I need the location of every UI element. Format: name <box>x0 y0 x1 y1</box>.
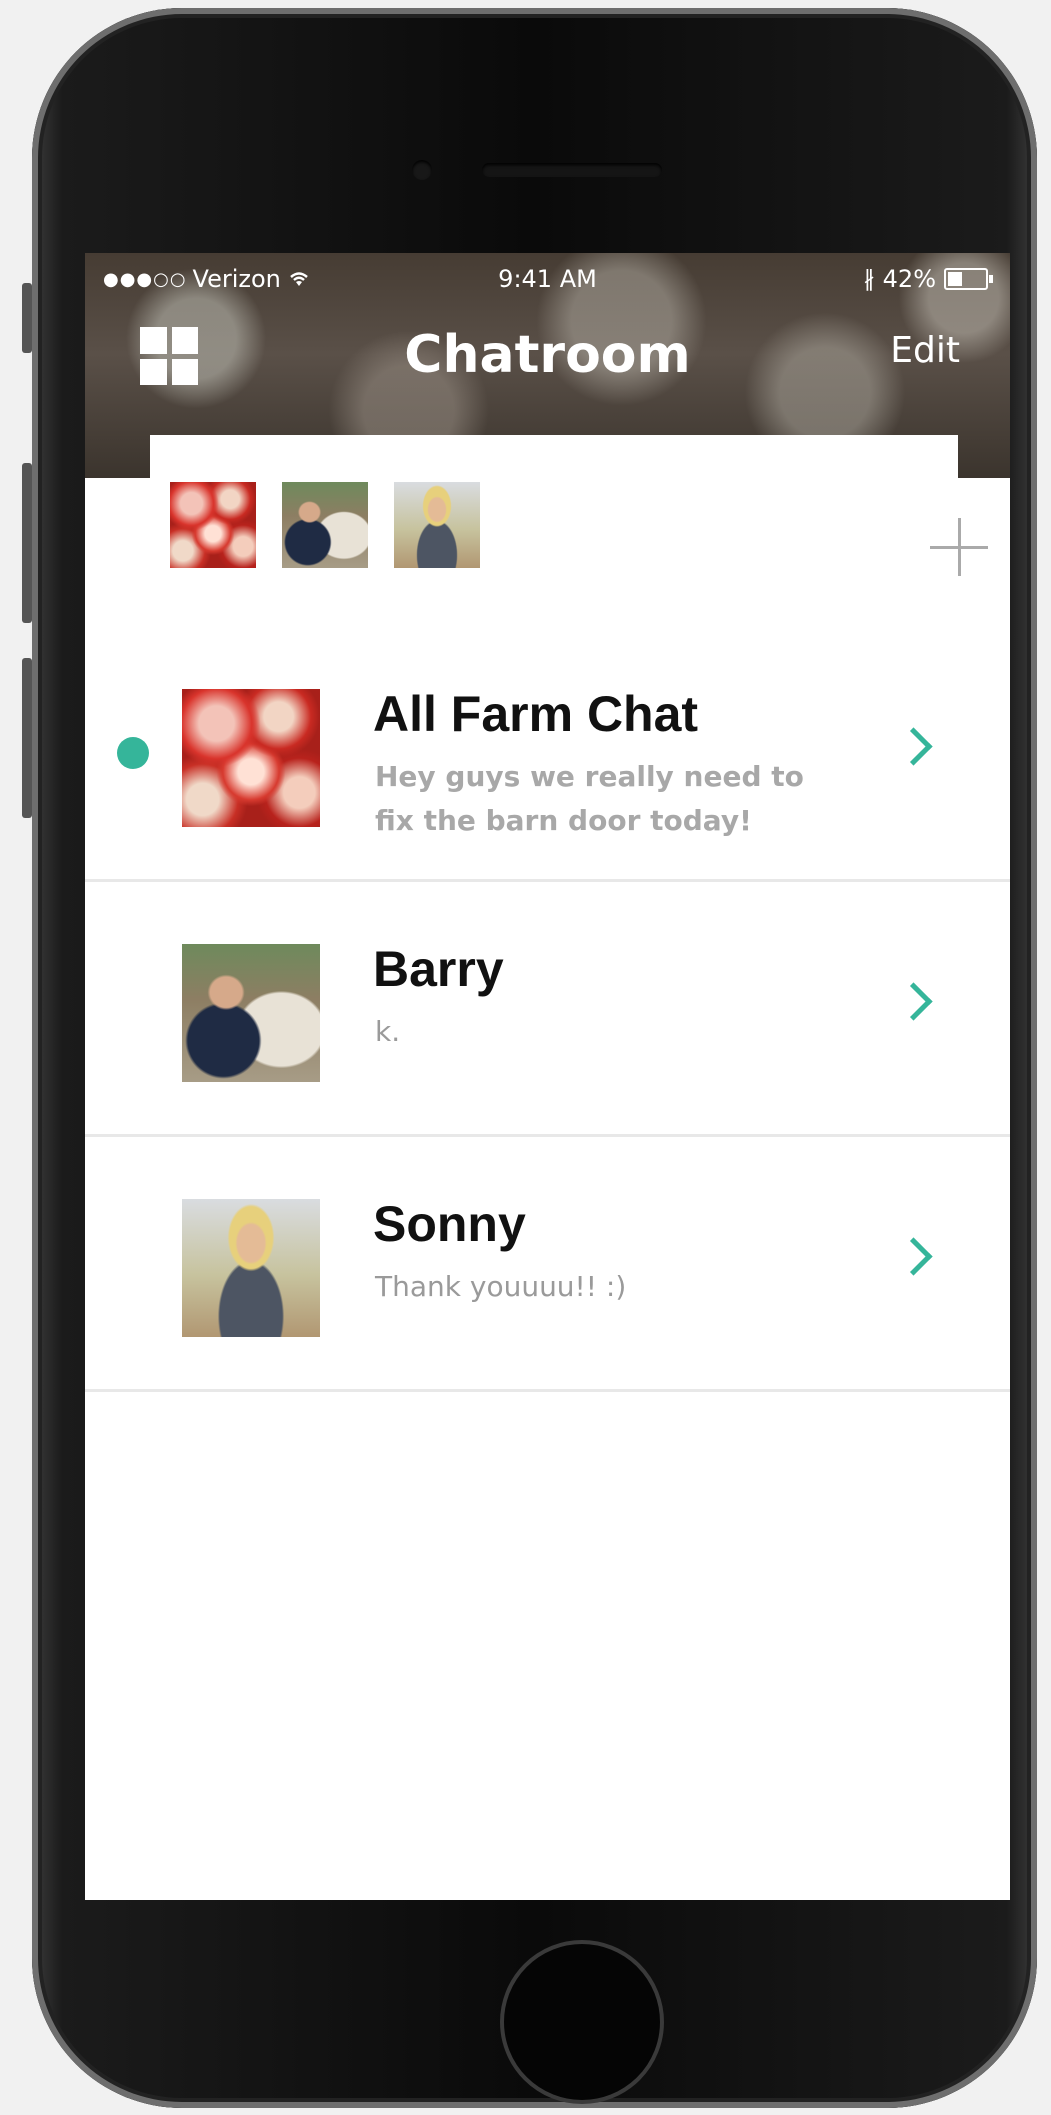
battery-fill <box>948 272 962 286</box>
chat-avatar <box>182 1199 320 1337</box>
status-bar: ●●●○○ Verizon 9:41 AM ∦ 42% <box>85 253 1010 305</box>
chat-avatar <box>182 944 320 1082</box>
volume-up-button <box>22 463 32 623</box>
chat-name: Sonny <box>373 1196 526 1252</box>
chat-preview: Thank youuuu!! :) <box>375 1270 627 1303</box>
home-button[interactable] <box>500 1940 664 2104</box>
edit-button[interactable]: Edit <box>890 330 960 371</box>
chevron-right-icon[interactable] <box>894 727 933 766</box>
chat-preview: Hey guys we really need to fix the barn … <box>375 760 804 837</box>
app-screen: ●●●○○ Verizon 9:41 AM ∦ 42% Chatroom Edi… <box>85 253 1010 1900</box>
chat-row-sonny[interactable]: Sonny Thank youuuu!! :) <box>85 1137 1010 1392</box>
battery-percent: 42% <box>882 265 936 293</box>
battery-tip <box>989 275 993 283</box>
chat-avatar <box>182 689 320 827</box>
chat-name: All Farm Chat <box>373 686 699 742</box>
chat-row-all-farm-chat[interactable]: All Farm Chat Hey guys we really need to… <box>85 627 1010 882</box>
recent-avatar-sonny[interactable] <box>394 482 480 568</box>
earpiece-speaker <box>482 163 662 177</box>
mute-switch <box>22 283 32 353</box>
front-camera <box>412 160 432 180</box>
chevron-right-icon[interactable] <box>894 982 933 1021</box>
chat-list: All Farm Chat Hey guys we really need to… <box>85 627 1010 1392</box>
bluetooth-icon: ∦ <box>863 266 875 292</box>
navigation-bar: Chatroom Edit <box>85 305 1010 405</box>
chevron-right-icon[interactable] <box>894 1237 933 1276</box>
chat-name: Barry <box>373 941 504 997</box>
unread-indicator-dot <box>117 737 149 769</box>
chat-preview: k. <box>375 1015 401 1048</box>
battery-group: ∦ 42% <box>863 265 993 293</box>
recent-avatar-barry[interactable] <box>282 482 368 568</box>
volume-down-button <box>22 658 32 818</box>
recent-contacts-strip <box>150 435 988 576</box>
battery-icon <box>944 268 993 290</box>
recent-avatar-all-farm-chat[interactable] <box>170 482 256 568</box>
add-chat-plus-icon[interactable] <box>930 518 988 576</box>
page-title: Chatroom <box>404 325 691 385</box>
chat-row-barry[interactable]: Barry k. <box>85 882 1010 1137</box>
